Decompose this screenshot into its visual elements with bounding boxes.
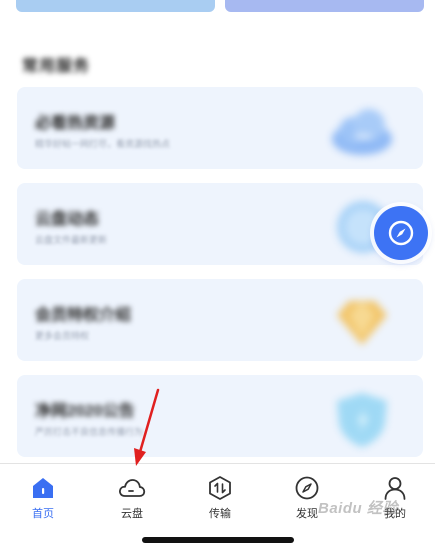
service-title: 会员特权介绍 bbox=[35, 307, 132, 324]
compass-icon bbox=[388, 220, 414, 246]
service-title: 净网2020公告 bbox=[35, 403, 135, 420]
service-title: 必看热资源 bbox=[35, 115, 116, 132]
top-card-left[interactable] bbox=[16, 0, 215, 12]
service-title: 云盘动态 bbox=[35, 211, 100, 228]
tab-label: 传输 bbox=[209, 508, 231, 520]
home-icon bbox=[33, 478, 53, 498]
top-banner-cards bbox=[0, 0, 435, 14]
cloud-illustration-icon bbox=[332, 109, 392, 155]
service-card-hot-resources[interactable]: 必看热资源 精华好帖一网打尽，看资源找热点 bbox=[17, 87, 423, 169]
tab-transfer[interactable]: 传输 bbox=[190, 474, 250, 524]
section-title: 常用服务 bbox=[22, 58, 91, 75]
service-desc: 精华好帖一网打尽，看资源找热点 bbox=[35, 139, 171, 149]
top-card-right[interactable] bbox=[225, 0, 424, 12]
service-card-clean-net[interactable]: 净网2020公告 严厉打击不良信息传播行为 bbox=[17, 375, 423, 457]
service-desc: 更多会员特权 bbox=[35, 331, 90, 341]
transfer-icon bbox=[209, 476, 231, 500]
service-desc: 云盘文件最新更新 bbox=[35, 235, 108, 245]
tab-label: 云盘 bbox=[121, 508, 143, 520]
tab-label: 发现 bbox=[296, 508, 318, 520]
service-card-cloud-updates[interactable]: 云盘动态 云盘文件最新更新 bbox=[17, 183, 423, 265]
baidu-watermark: Baidu 经验 bbox=[318, 500, 398, 517]
cloud-icon bbox=[119, 479, 146, 497]
floating-compass-button[interactable] bbox=[374, 206, 428, 260]
service-card-membership[interactable]: 会员特权介绍 更多会员特权 bbox=[17, 279, 423, 361]
tab-home[interactable]: 首页 bbox=[13, 474, 73, 524]
service-desc: 严厉打击不良信息传播行为 bbox=[35, 427, 144, 437]
tab-label: 首页 bbox=[32, 508, 54, 520]
compass-icon bbox=[295, 476, 319, 500]
tab-cloud[interactable]: 云盘 bbox=[102, 474, 162, 524]
diamond-illustration-icon bbox=[337, 301, 387, 345]
shield-illustration-icon bbox=[337, 393, 387, 447]
home-indicator[interactable] bbox=[142, 537, 294, 543]
